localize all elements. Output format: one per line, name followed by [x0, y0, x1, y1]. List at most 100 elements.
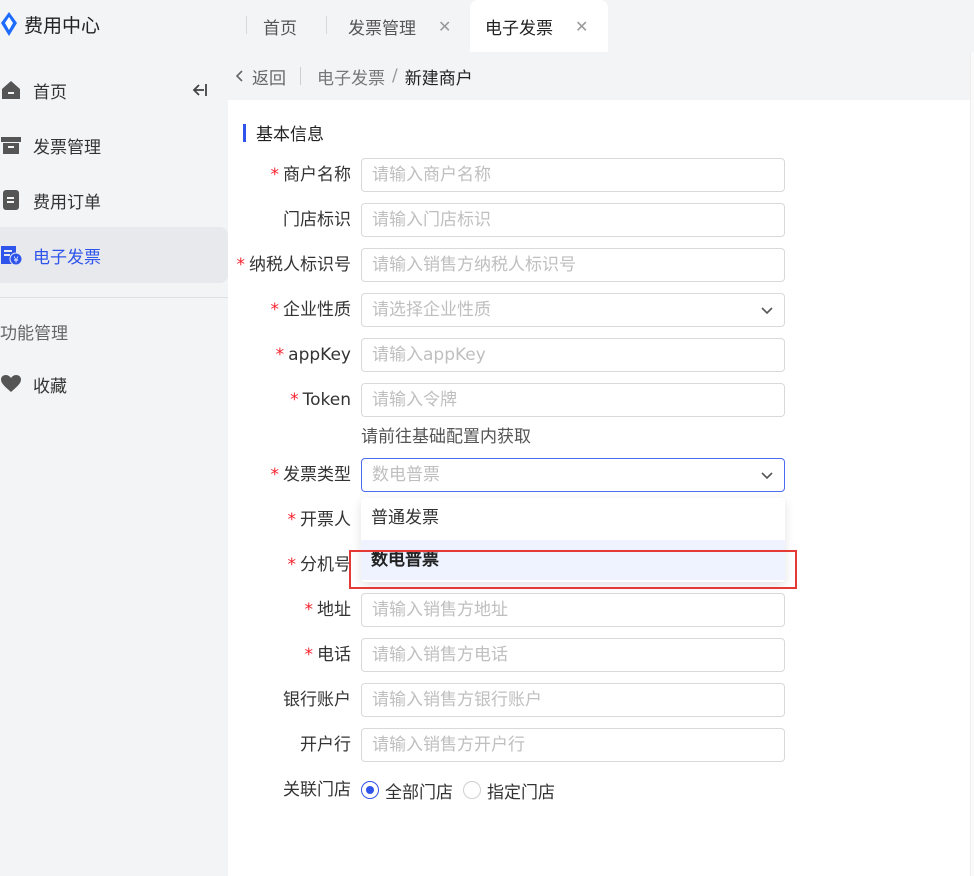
- back-button[interactable]: 返回: [234, 64, 286, 89]
- form-row-invoice-type: * 发票类型 数电普票: [228, 458, 974, 492]
- chevron-down-icon: [761, 307, 773, 315]
- phone-field-box: [361, 638, 785, 672]
- sidebar-section-label: 功能管理: [0, 324, 68, 344]
- tab-home[interactable]: 首页: [263, 0, 297, 52]
- address-label: * 地址: [304, 600, 352, 620]
- merchant-name-input[interactable]: [362, 159, 772, 191]
- form-row-bank: 开户行: [228, 728, 974, 762]
- phone-input[interactable]: [362, 639, 772, 671]
- tab-label: 首页: [263, 18, 297, 39]
- merchant-name-label: * 商户名称: [270, 165, 352, 185]
- bank-account-input[interactable]: [362, 684, 772, 716]
- address-input[interactable]: [362, 594, 772, 626]
- required-mark: *: [304, 645, 314, 665]
- tab-separator: [246, 16, 247, 34]
- sidebar-item-label: 电子发票: [33, 247, 101, 268]
- sidebar-item-favorites[interactable]: 收藏: [0, 356, 228, 412]
- app-title: 费用中心: [24, 14, 101, 37]
- merchant-name-field-box: [361, 158, 785, 192]
- sidebar-divider: [0, 297, 228, 298]
- sidebar: 首页 发票管理 费用订单 ¥ 电子发票 功能管理 收藏: [0, 52, 228, 876]
- section-title: 基本信息: [243, 120, 324, 145]
- form-row-store-id: 门店标识: [228, 203, 974, 237]
- form-row-bank-account: 银行账户: [228, 683, 974, 717]
- close-icon[interactable]: ✕: [438, 17, 451, 36]
- phone-label: * 电话: [304, 645, 352, 665]
- sidebar-item-home[interactable]: 首页: [0, 62, 228, 118]
- tab-label: 发票管理: [348, 18, 416, 39]
- section-title-text: 基本信息: [256, 125, 324, 145]
- section-title-bar: [243, 123, 246, 142]
- radio-label: 指定门店: [487, 782, 555, 803]
- dropdown-option-digital-invoice[interactable]: 数电普票: [361, 540, 785, 580]
- token-helper-text: 请前往基础配置内获取: [361, 427, 531, 447]
- dropdown-option-normal-invoice[interactable]: 普通发票: [361, 498, 785, 538]
- invoice-type-label: * 发票类型: [270, 465, 352, 485]
- required-mark: *: [287, 555, 297, 575]
- breadcrumb-separator: /: [392, 66, 398, 86]
- form-row-linked-store: 关联门店 全部门店 指定门店: [228, 773, 974, 807]
- logo-icon: [1, 12, 17, 36]
- sidebar-item-invoice-management[interactable]: 发票管理: [0, 117, 228, 173]
- tab-separator: [326, 16, 327, 34]
- top-bar: 费用中心 首页 发票管理 ✕ 电子发票 ✕: [0, 0, 974, 52]
- bank-input[interactable]: [362, 729, 772, 761]
- form-row-address: * 地址: [228, 593, 974, 627]
- app-key-field-box: [361, 338, 785, 372]
- enterprise-type-label: * 企业性质: [270, 300, 352, 320]
- bank-account-field-box: [361, 683, 785, 717]
- archive-icon: [1, 137, 21, 154]
- e-invoice-icon: ¥: [1, 246, 22, 266]
- bank-field-box: [361, 728, 785, 762]
- radio-all-stores[interactable]: 全部门店: [361, 778, 453, 803]
- token-label: * Token: [290, 390, 351, 410]
- bank-account-label: 银行账户: [283, 690, 351, 710]
- form-row-token: * Token: [228, 383, 974, 417]
- required-mark: *: [236, 255, 246, 275]
- document-icon: [3, 190, 19, 210]
- sidebar-item-label: 发票管理: [33, 137, 101, 158]
- linked-store-label: 关联门店: [283, 780, 351, 800]
- radio-specific-stores[interactable]: 指定门店: [463, 778, 555, 803]
- required-mark: *: [287, 510, 297, 530]
- form-row-app-key: * appKey: [228, 338, 974, 372]
- taxpayer-id-input[interactable]: [362, 249, 772, 281]
- form-row-taxpayer-id: * 纳税人标识号: [228, 248, 974, 282]
- svg-text:¥: ¥: [13, 256, 18, 265]
- sidebar-item-label: 首页: [33, 82, 67, 103]
- taxpayer-id-label: * 纳税人标识号: [236, 255, 352, 275]
- required-mark: *: [275, 345, 285, 365]
- store-id-input[interactable]: [362, 204, 772, 236]
- sidebar-item-expense-orders[interactable]: 费用订单: [0, 172, 228, 228]
- tab-invoice-management[interactable]: 发票管理 ✕: [348, 0, 451, 52]
- token-field-box: [361, 383, 785, 417]
- sidebar-item-label: 费用订单: [33, 192, 101, 213]
- close-icon[interactable]: ✕: [575, 17, 588, 36]
- form-row-merchant-name: * 商户名称: [228, 158, 974, 192]
- enterprise-type-select[interactable]: 请选择企业性质: [361, 293, 785, 327]
- form-row-enterprise-type: * 企业性质 请选择企业性质: [228, 293, 974, 327]
- required-mark: *: [290, 390, 299, 410]
- required-mark: *: [270, 465, 280, 485]
- radio-unchecked-icon: [463, 781, 481, 799]
- tab-e-invoice[interactable]: 电子发票 ✕: [470, 0, 608, 52]
- invoice-type-select[interactable]: 数电普票: [361, 458, 785, 492]
- breadcrumb-parent[interactable]: 电子发票: [317, 64, 385, 89]
- address-field-box: [361, 593, 785, 627]
- store-id-label: 门店标识: [283, 210, 351, 230]
- scrollbar-track: [970, 52, 974, 876]
- token-input[interactable]: [362, 384, 772, 416]
- tab-label: 电子发票: [485, 18, 553, 39]
- app-key-label: * appKey: [275, 345, 351, 365]
- main-content: 返回 电子发票 / 新建商户 基本信息 *商户名称 门店标识 *纳税人标识号 *…: [228, 52, 974, 876]
- app-key-input[interactable]: [362, 339, 772, 371]
- back-label: 返回: [252, 68, 286, 89]
- app-logo: 费用中心: [0, 10, 100, 38]
- sidebar-item-label: 收藏: [33, 376, 67, 397]
- sidebar-item-e-invoice[interactable]: ¥ 电子发票: [0, 227, 228, 283]
- enterprise-type-placeholder: 请选择企业性质: [372, 300, 491, 320]
- invoice-type-value: 数电普票: [372, 465, 440, 485]
- chevron-down-icon: [761, 472, 773, 480]
- linked-store-radio-group: 全部门店 指定门店: [361, 773, 565, 807]
- collapse-sidebar-icon[interactable]: [190, 80, 210, 100]
